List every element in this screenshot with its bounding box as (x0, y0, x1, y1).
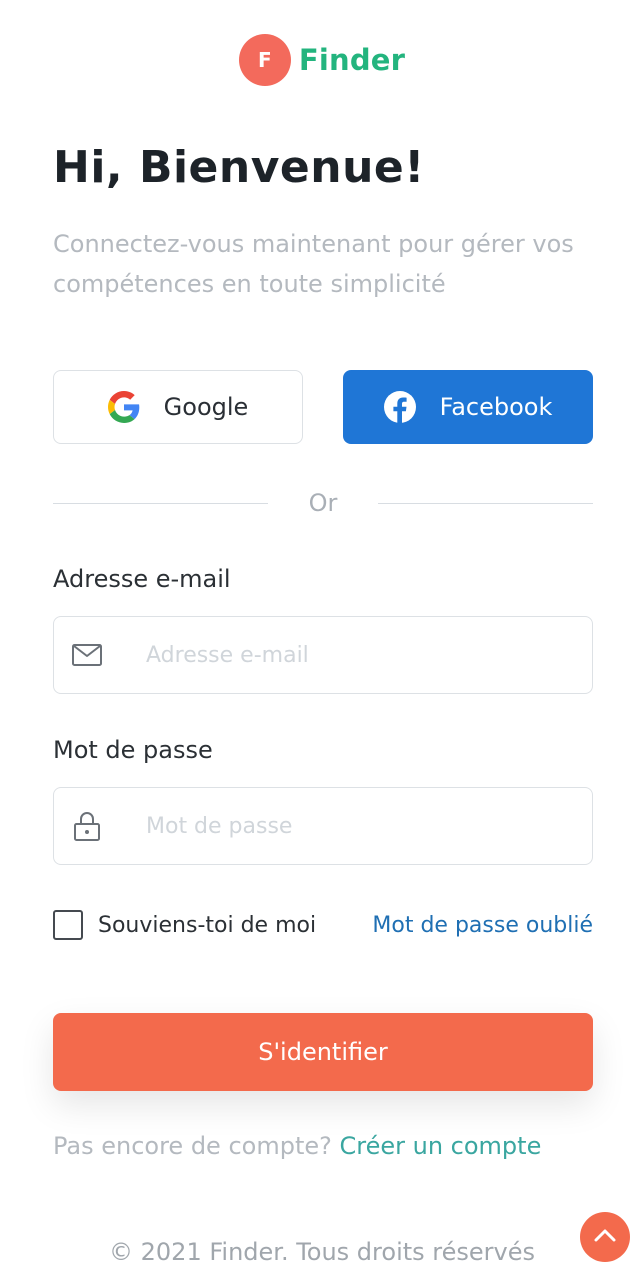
email-label: Adresse e-mail (53, 565, 231, 593)
login-page: F Finder Hi, Bienvenue! Connectez-vous m… (0, 0, 644, 1280)
footer-copyright: © 2021 Finder. Tous droits réservés (109, 1238, 535, 1266)
remember-checkbox[interactable] (53, 910, 83, 940)
email-input[interactable] (144, 641, 568, 669)
page-title: Hi, Bienvenue! (53, 142, 425, 193)
facebook-icon (383, 391, 416, 423)
create-account-link[interactable]: Créer un compte (340, 1132, 542, 1160)
logo-text: Finder (298, 43, 406, 77)
scroll-top-button[interactable] (580, 1212, 630, 1262)
email-field-container[interactable] (53, 616, 593, 694)
or-divider: Or (53, 488, 593, 518)
google-button-label: Google (163, 393, 249, 421)
envelope-icon (54, 644, 120, 666)
divider-text: Or (308, 489, 338, 517)
password-field-container[interactable] (53, 787, 593, 865)
page-subtitle: Connectez-vous maintenant pour gérer vos… (53, 230, 574, 298)
facebook-login-button[interactable]: Facebook (343, 370, 593, 444)
brand-logo[interactable]: F Finder (0, 34, 644, 86)
password-input[interactable] (144, 812, 568, 840)
divider-line-left (53, 502, 268, 504)
password-label: Mot de passe (53, 736, 213, 764)
chevron-up-icon (593, 1227, 617, 1247)
remember-row: Souviens-toi de moi Mot de passe oublié (53, 905, 593, 945)
signup-row: Pas encore de compte? Créer un compte (53, 1132, 593, 1160)
sign-in-button[interactable]: S'identifier (53, 1013, 593, 1091)
facebook-button-label: Facebook (439, 393, 553, 421)
logo-mark: F (238, 34, 291, 86)
signup-prompt: Pas encore de compte? (53, 1132, 332, 1160)
forgot-password-link[interactable]: Mot de passe oublié (372, 913, 593, 938)
lock-icon (54, 810, 120, 842)
remember-label[interactable]: Souviens-toi de moi (98, 913, 316, 938)
google-icon (107, 391, 140, 423)
divider-line-right (378, 502, 593, 504)
google-login-button[interactable]: Google (53, 370, 303, 444)
